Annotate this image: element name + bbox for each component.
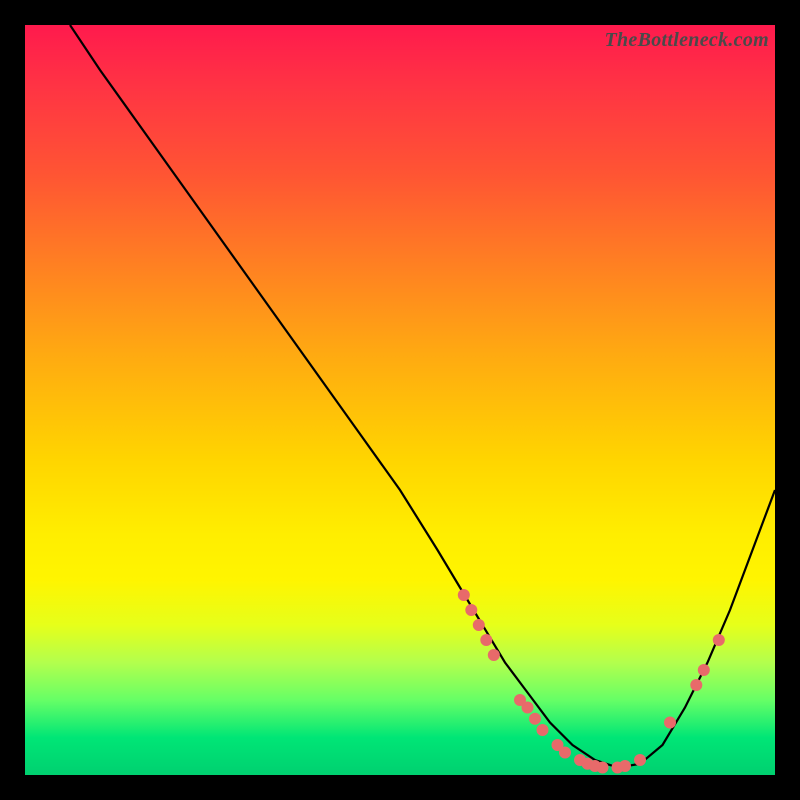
marker-dot — [465, 604, 477, 616]
curve-markers — [458, 589, 725, 774]
marker-dot — [690, 679, 702, 691]
marker-dot — [473, 619, 485, 631]
marker-dot — [713, 634, 725, 646]
marker-dot — [559, 747, 571, 759]
marker-dot — [698, 664, 710, 676]
bottleneck-curve — [70, 25, 775, 768]
marker-dot — [458, 589, 470, 601]
marker-dot — [634, 754, 646, 766]
chart-frame: TheBottleneck.com — [25, 25, 775, 775]
marker-dot — [664, 717, 676, 729]
marker-dot — [597, 762, 609, 774]
marker-dot — [522, 702, 534, 714]
marker-dot — [488, 649, 500, 661]
marker-dot — [529, 713, 541, 725]
chart-svg — [25, 25, 775, 775]
marker-dot — [480, 634, 492, 646]
marker-dot — [537, 724, 549, 736]
marker-dot — [619, 760, 631, 772]
